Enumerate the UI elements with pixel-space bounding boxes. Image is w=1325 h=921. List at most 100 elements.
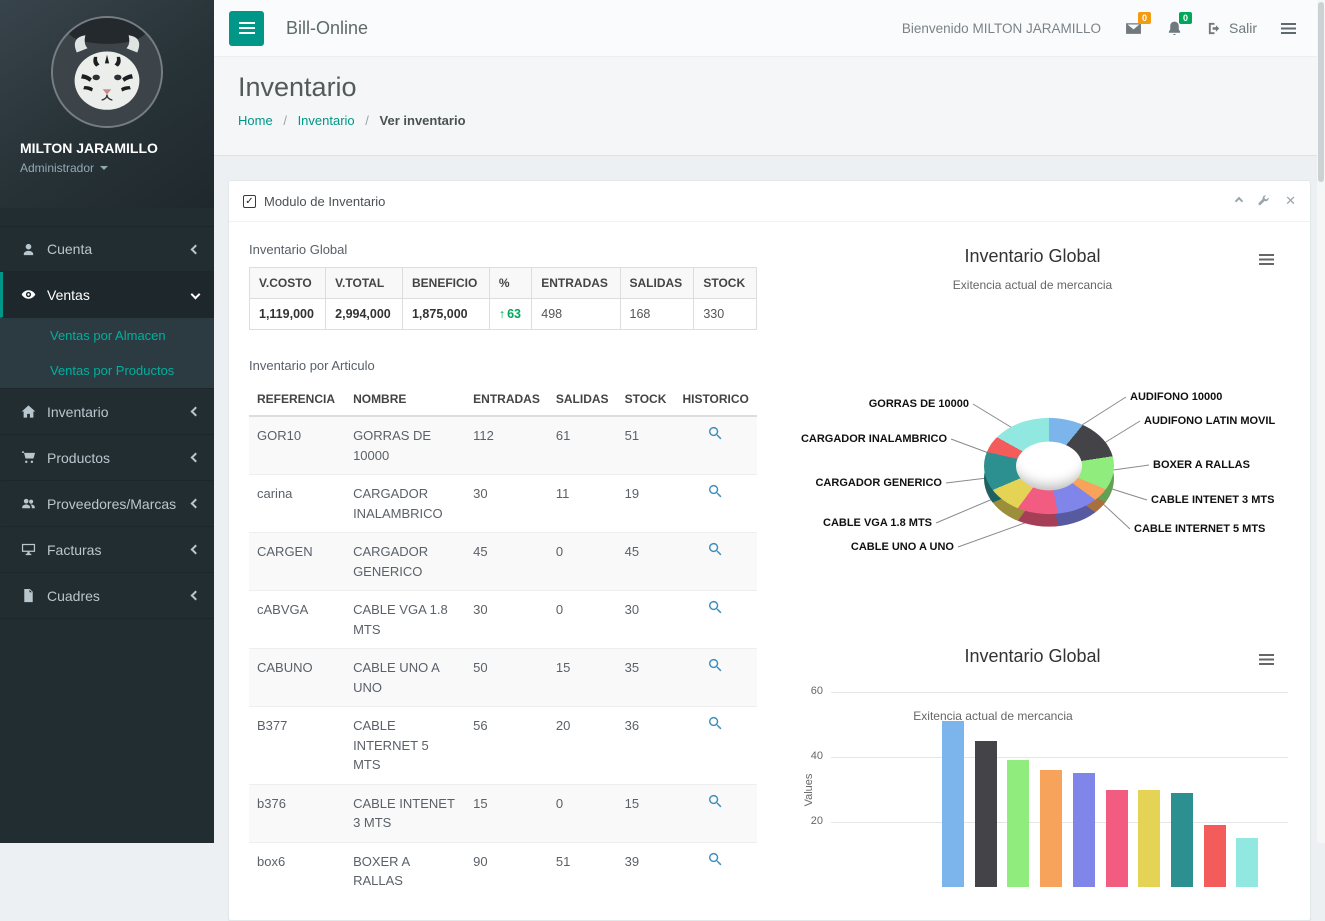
module-checkbox[interactable]: ✓ [243, 195, 256, 208]
historico-zoom-button[interactable] [708, 716, 723, 737]
control-sidebar-button[interactable] [1281, 23, 1296, 34]
ref-cell: carina [249, 475, 345, 533]
sidebar-item-ventas-por-productos[interactable]: Ventas por Productos [0, 353, 214, 388]
bar[interactable] [1106, 790, 1128, 888]
bar[interactable] [975, 741, 997, 887]
panel-title: Modulo de Inventario [264, 194, 385, 209]
eye-icon [20, 287, 37, 303]
bar[interactable] [1138, 790, 1160, 888]
user-icon [20, 241, 37, 257]
chevron-left-icon [191, 545, 201, 555]
tiger-photo [53, 18, 161, 126]
sidebar-item-cuenta[interactable]: Cuenta [0, 226, 214, 272]
scrollbar[interactable] [1317, 0, 1325, 843]
logout-button[interactable]: Salir [1207, 20, 1257, 36]
settings-button[interactable] [1257, 195, 1270, 208]
sidebar-item-productos[interactable]: Productos [0, 435, 214, 481]
messages-button[interactable]: 0 [1125, 20, 1142, 37]
sidebar-item-proveedores-marcas[interactable]: Proveedores/Marcas [0, 481, 214, 527]
ref-cell: B377 [249, 707, 345, 785]
table-row: 1,119,000 2,994,000 1,875,000 ↑63 498 16… [250, 299, 757, 330]
ref-cell: b376 [249, 784, 345, 842]
entradas-cell: 30 [465, 591, 548, 649]
collapse-button[interactable] [1236, 198, 1242, 204]
beneficio-value: 1,875,000 [402, 299, 489, 330]
sidebar-item-label: Ventas [47, 287, 192, 303]
ref-cell: CARGEN [249, 533, 345, 591]
bar[interactable] [1236, 838, 1258, 887]
sidebar: MILTON JARAMILLO Administrador Cuenta Ve… [0, 0, 214, 843]
ref-cell: cABVGA [249, 591, 345, 649]
table-row: carina CARGADOR INALAMBRICO 30 11 19 [249, 475, 757, 533]
panel-body: Inventario Global V.COSTO V.TOTAL BENEFI… [229, 222, 1310, 920]
historico-zoom-button[interactable] [708, 794, 723, 815]
page-title: Inventario [238, 72, 1325, 103]
historico-zoom-button[interactable] [708, 426, 723, 447]
sidebar-item-ventas-por-almacen[interactable]: Ventas por Almacen [0, 318, 214, 353]
bar[interactable] [1204, 825, 1226, 887]
nombre-cell: CABLE VGA 1.8 MTS [345, 591, 465, 649]
bar[interactable] [1007, 760, 1029, 887]
main-area: Bill-Online Bienvenido MILTON JARAMILLO … [214, 0, 1325, 843]
global-inventory-table: V.COSTO V.TOTAL BENEFICIO % ENTRADAS SAL… [249, 267, 757, 330]
bar[interactable] [1040, 770, 1062, 887]
breadcrumb-inventario[interactable]: Inventario [298, 113, 355, 128]
v-costo-value: 1,119,000 [250, 299, 326, 330]
sidebar-item-label: Proveedores/Marcas [47, 496, 192, 512]
sign-out-icon [1207, 21, 1222, 36]
table-row: CABUNO CABLE UNO A UNO 50 15 35 [249, 649, 757, 707]
historico-zoom-button[interactable] [708, 658, 723, 679]
v-total-value: 2,994,000 [326, 299, 403, 330]
app-brand: Bill-Online [286, 18, 368, 39]
historico-zoom-button[interactable] [708, 542, 723, 563]
historico-zoom-button[interactable] [708, 600, 723, 621]
sidebar-toggle-button[interactable] [229, 11, 264, 46]
sidebar-item-cuadres[interactable]: Cuadres [0, 573, 214, 619]
user-role-dropdown[interactable]: Administrador [20, 161, 194, 175]
salidas-cell: 51 [548, 842, 617, 900]
nombre-cell: CABLE UNO A UNO [345, 649, 465, 707]
zoom-in-icon [708, 716, 723, 731]
bar-chart-bars [771, 230, 1294, 842]
sidebar-item-inventario[interactable]: Inventario [0, 389, 214, 435]
table-row: CARGEN CARGADOR GENERICO 45 0 45 [249, 533, 757, 591]
historico-zoom-button[interactable] [708, 852, 723, 873]
cart-icon [20, 450, 37, 466]
scrollbar-thumb[interactable] [1318, 2, 1324, 182]
breadcrumb: Home / Inventario / Ver inventario [238, 113, 1325, 128]
salidas-value: 168 [620, 299, 694, 330]
charts-area: Inventario Global Exitencia actual de me… [771, 230, 1294, 842]
column-header: HISTORICO [674, 383, 757, 416]
salidas-cell: 15 [548, 649, 617, 707]
chevron-up-icon [1235, 197, 1243, 205]
sidebar-item-ventas[interactable]: Ventas [0, 272, 214, 318]
table-header-row: REFERENCIA NOMBRE ENTRADAS SALIDAS STOCK… [249, 383, 757, 416]
content-header: Inventario Home / Inventario / Ver inven… [214, 57, 1325, 156]
bar[interactable] [942, 721, 964, 887]
historico-zoom-button[interactable] [708, 484, 723, 505]
bar[interactable] [1073, 773, 1095, 887]
table-row: cABVGA CABLE VGA 1.8 MTS 30 0 30 [249, 591, 757, 649]
salidas-cell: 0 [548, 591, 617, 649]
sidebar-item-facturas[interactable]: Facturas [0, 527, 214, 573]
column-header: SALIDAS [620, 268, 694, 299]
column-header: ENTRADAS [465, 383, 548, 416]
tables-column: Inventario Global V.COSTO V.TOTAL BENEFI… [249, 230, 757, 900]
sidebar-menu: Cuenta Ventas Ventas por Almacen Ventas … [0, 226, 214, 619]
column-header: REFERENCIA [249, 383, 345, 416]
column-header: V.TOTAL [326, 268, 403, 299]
logout-label: Salir [1229, 20, 1257, 36]
entradas-cell: 30 [465, 475, 548, 533]
zoom-in-icon [708, 658, 723, 673]
sidebar-item-label: Inventario [47, 404, 192, 420]
chevron-left-icon [191, 591, 201, 601]
chevron-left-icon [191, 453, 201, 463]
nombre-cell: CABLE INTERNET 5 MTS [345, 707, 465, 785]
zoom-in-icon [708, 426, 723, 441]
hamburger-icon [239, 22, 255, 34]
users-icon [20, 496, 37, 512]
bar[interactable] [1171, 793, 1193, 887]
notifications-button[interactable]: 0 [1166, 20, 1183, 37]
breadcrumb-home[interactable]: Home [238, 113, 273, 128]
close-button[interactable]: ✕ [1285, 193, 1296, 209]
